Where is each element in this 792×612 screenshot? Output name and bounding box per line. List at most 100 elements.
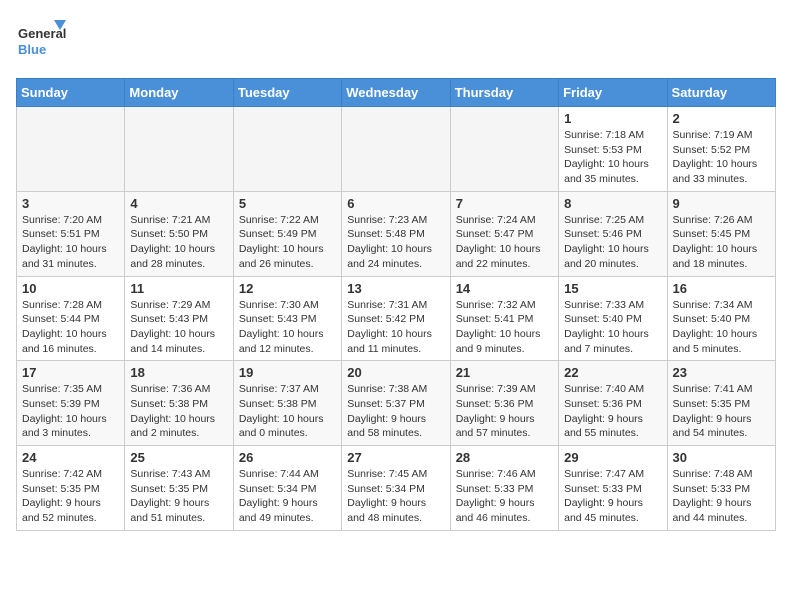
calendar-cell: 15Sunrise: 7:33 AMSunset: 5:40 PMDayligh…: [559, 276, 667, 361]
calendar-cell: 24 Sunrise: 7:42 AMSunset: 5:35 PMDayligh…: [17, 446, 125, 531]
calendar-cell: 2 Sunrise: 7:19 AMSunset: 5:52 PMDaylight…: [667, 107, 775, 192]
day-number: 19: [239, 365, 336, 380]
day-info: Sunrise: 7:30 AMSunset: 5:43 PMDaylight:…: [239, 298, 336, 357]
day-info: Sunrise: 7:45 AMSunset: 5:34 PMDaylight:…: [347, 467, 444, 526]
day-info: Sunrise: 7:22 AMSunset: 5:49 PMDaylight:…: [239, 213, 336, 272]
calendar-cell: 7 Sunrise: 7:24 AMSunset: 5:47 PMDaylight…: [450, 191, 558, 276]
day-info: Sunrise: 7:35 AMSunset: 5:39 PMDaylight:…: [22, 382, 119, 441]
day-info: Sunrise: 7:48 AMSunset: 5:33 PMDaylight:…: [673, 467, 770, 526]
calendar-table: SundayMondayTuesdayWednesdayThursdayFrid…: [16, 78, 776, 531]
logo: General Blue: [16, 16, 66, 66]
day-number: 2: [673, 111, 770, 126]
day-info: Sunrise: 7:38 AMSunset: 5:37 PMDaylight:…: [347, 382, 444, 441]
calendar-cell: 27 Sunrise: 7:45 AMSunset: 5:34 PMDayligh…: [342, 446, 450, 531]
day-number: 5: [239, 196, 336, 211]
calendar-cell: 4 Sunrise: 7:21 AMSunset: 5:50 PMDaylight…: [125, 191, 233, 276]
svg-text:Blue: Blue: [18, 42, 46, 57]
day-number: 21: [456, 365, 553, 380]
day-number: 13: [347, 281, 444, 296]
day-info: Sunrise: 7:31 AMSunset: 5:42 PMDaylight:…: [347, 298, 444, 357]
day-info: Sunrise: 7:42 AMSunset: 5:35 PMDaylight:…: [22, 467, 119, 526]
day-number: 4: [130, 196, 227, 211]
day-number: 16: [673, 281, 770, 296]
day-info: Sunrise: 7:39 AMSunset: 5:36 PMDaylight:…: [456, 382, 553, 441]
day-number: 9: [673, 196, 770, 211]
calendar-cell: 25 Sunrise: 7:43 AMSunset: 5:35 PMDayligh…: [125, 446, 233, 531]
day-info: Sunrise: 7:41 AMSunset: 5:35 PMDaylight:…: [673, 382, 770, 441]
day-info: Sunrise: 7:43 AMSunset: 5:35 PMDaylight:…: [130, 467, 227, 526]
day-number: 7: [456, 196, 553, 211]
weekday-header-row: SundayMondayTuesdayWednesdayThursdayFrid…: [17, 79, 776, 107]
calendar-week-row: 10Sunrise: 7:28 AMSunset: 5:44 PMDayligh…: [17, 276, 776, 361]
day-number: 24: [22, 450, 119, 465]
day-info: Sunrise: 7:36 AMSunset: 5:38 PMDaylight:…: [130, 382, 227, 441]
day-number: 12: [239, 281, 336, 296]
weekday-header-saturday: Saturday: [667, 79, 775, 107]
day-info: Sunrise: 7:20 AMSunset: 5:51 PMDaylight:…: [22, 213, 119, 272]
calendar-cell: 22Sunrise: 7:40 AMSunset: 5:36 PMDayligh…: [559, 361, 667, 446]
day-info: Sunrise: 7:47 AMSunset: 5:33 PMDaylight:…: [564, 467, 661, 526]
calendar-cell: 8Sunrise: 7:25 AMSunset: 5:46 PMDaylight…: [559, 191, 667, 276]
calendar-cell: 5 Sunrise: 7:22 AMSunset: 5:49 PMDaylight…: [233, 191, 341, 276]
day-number: 11: [130, 281, 227, 296]
weekday-header-sunday: Sunday: [17, 79, 125, 107]
calendar-cell: [342, 107, 450, 192]
day-number: 18: [130, 365, 227, 380]
calendar-week-row: 1Sunrise: 7:18 AMSunset: 5:53 PMDaylight…: [17, 107, 776, 192]
calendar-cell: 11 Sunrise: 7:29 AMSunset: 5:43 PMDayligh…: [125, 276, 233, 361]
day-number: 29: [564, 450, 661, 465]
calendar-cell: 10Sunrise: 7:28 AMSunset: 5:44 PMDayligh…: [17, 276, 125, 361]
calendar-cell: 30 Sunrise: 7:48 AMSunset: 5:33 PMDayligh…: [667, 446, 775, 531]
calendar-cell: 16Sunrise: 7:34 AMSunset: 5:40 PMDayligh…: [667, 276, 775, 361]
day-info: Sunrise: 7:28 AMSunset: 5:44 PMDaylight:…: [22, 298, 119, 357]
svg-text:General: General: [18, 26, 66, 41]
calendar-cell: 9 Sunrise: 7:26 AMSunset: 5:45 PMDaylight…: [667, 191, 775, 276]
day-number: 30: [673, 450, 770, 465]
calendar-cell: 17Sunrise: 7:35 AMSunset: 5:39 PMDayligh…: [17, 361, 125, 446]
day-info: Sunrise: 7:29 AMSunset: 5:43 PMDaylight:…: [130, 298, 227, 357]
calendar-week-row: 3 Sunrise: 7:20 AMSunset: 5:51 PMDaylight…: [17, 191, 776, 276]
day-number: 8: [564, 196, 661, 211]
day-info: Sunrise: 7:32 AMSunset: 5:41 PMDaylight:…: [456, 298, 553, 357]
day-info: Sunrise: 7:21 AMSunset: 5:50 PMDaylight:…: [130, 213, 227, 272]
calendar-cell: 23 Sunrise: 7:41 AMSunset: 5:35 PMDayligh…: [667, 361, 775, 446]
calendar-cell: 3 Sunrise: 7:20 AMSunset: 5:51 PMDaylight…: [17, 191, 125, 276]
calendar-cell: 6 Sunrise: 7:23 AMSunset: 5:48 PMDaylight…: [342, 191, 450, 276]
day-info: Sunrise: 7:26 AMSunset: 5:45 PMDaylight:…: [673, 213, 770, 272]
day-info: Sunrise: 7:19 AMSunset: 5:52 PMDaylight:…: [673, 128, 770, 187]
calendar-cell: [450, 107, 558, 192]
day-number: 23: [673, 365, 770, 380]
calendar-cell: [233, 107, 341, 192]
day-info: Sunrise: 7:33 AMSunset: 5:40 PMDaylight:…: [564, 298, 661, 357]
logo-svg: General Blue: [16, 16, 66, 66]
calendar-cell: 28Sunrise: 7:46 AMSunset: 5:33 PMDayligh…: [450, 446, 558, 531]
calendar-week-row: 17Sunrise: 7:35 AMSunset: 5:39 PMDayligh…: [17, 361, 776, 446]
day-number: 28: [456, 450, 553, 465]
weekday-header-thursday: Thursday: [450, 79, 558, 107]
day-info: Sunrise: 7:40 AMSunset: 5:36 PMDaylight:…: [564, 382, 661, 441]
weekday-header-tuesday: Tuesday: [233, 79, 341, 107]
day-number: 27: [347, 450, 444, 465]
weekday-header-wednesday: Wednesday: [342, 79, 450, 107]
calendar-cell: 21 Sunrise: 7:39 AMSunset: 5:36 PMDayligh…: [450, 361, 558, 446]
day-number: 25: [130, 450, 227, 465]
weekday-header-friday: Friday: [559, 79, 667, 107]
day-info: Sunrise: 7:24 AMSunset: 5:47 PMDaylight:…: [456, 213, 553, 272]
calendar-cell: 13 Sunrise: 7:31 AMSunset: 5:42 PMDayligh…: [342, 276, 450, 361]
calendar-cell: [125, 107, 233, 192]
calendar-cell: 12 Sunrise: 7:30 AMSunset: 5:43 PMDayligh…: [233, 276, 341, 361]
weekday-header-monday: Monday: [125, 79, 233, 107]
day-info: Sunrise: 7:44 AMSunset: 5:34 PMDaylight:…: [239, 467, 336, 526]
header: General Blue: [16, 16, 776, 66]
day-info: Sunrise: 7:23 AMSunset: 5:48 PMDaylight:…: [347, 213, 444, 272]
day-number: 6: [347, 196, 444, 211]
calendar-cell: 14Sunrise: 7:32 AMSunset: 5:41 PMDayligh…: [450, 276, 558, 361]
calendar-week-row: 24 Sunrise: 7:42 AMSunset: 5:35 PMDayligh…: [17, 446, 776, 531]
calendar-cell: 19Sunrise: 7:37 AMSunset: 5:38 PMDayligh…: [233, 361, 341, 446]
day-number: 20: [347, 365, 444, 380]
calendar-cell: [17, 107, 125, 192]
calendar-cell: 29 Sunrise: 7:47 AMSunset: 5:33 PMDayligh…: [559, 446, 667, 531]
day-number: 3: [22, 196, 119, 211]
calendar-cell: 18 Sunrise: 7:36 AMSunset: 5:38 PMDayligh…: [125, 361, 233, 446]
day-info: Sunrise: 7:18 AMSunset: 5:53 PMDaylight:…: [564, 128, 661, 187]
